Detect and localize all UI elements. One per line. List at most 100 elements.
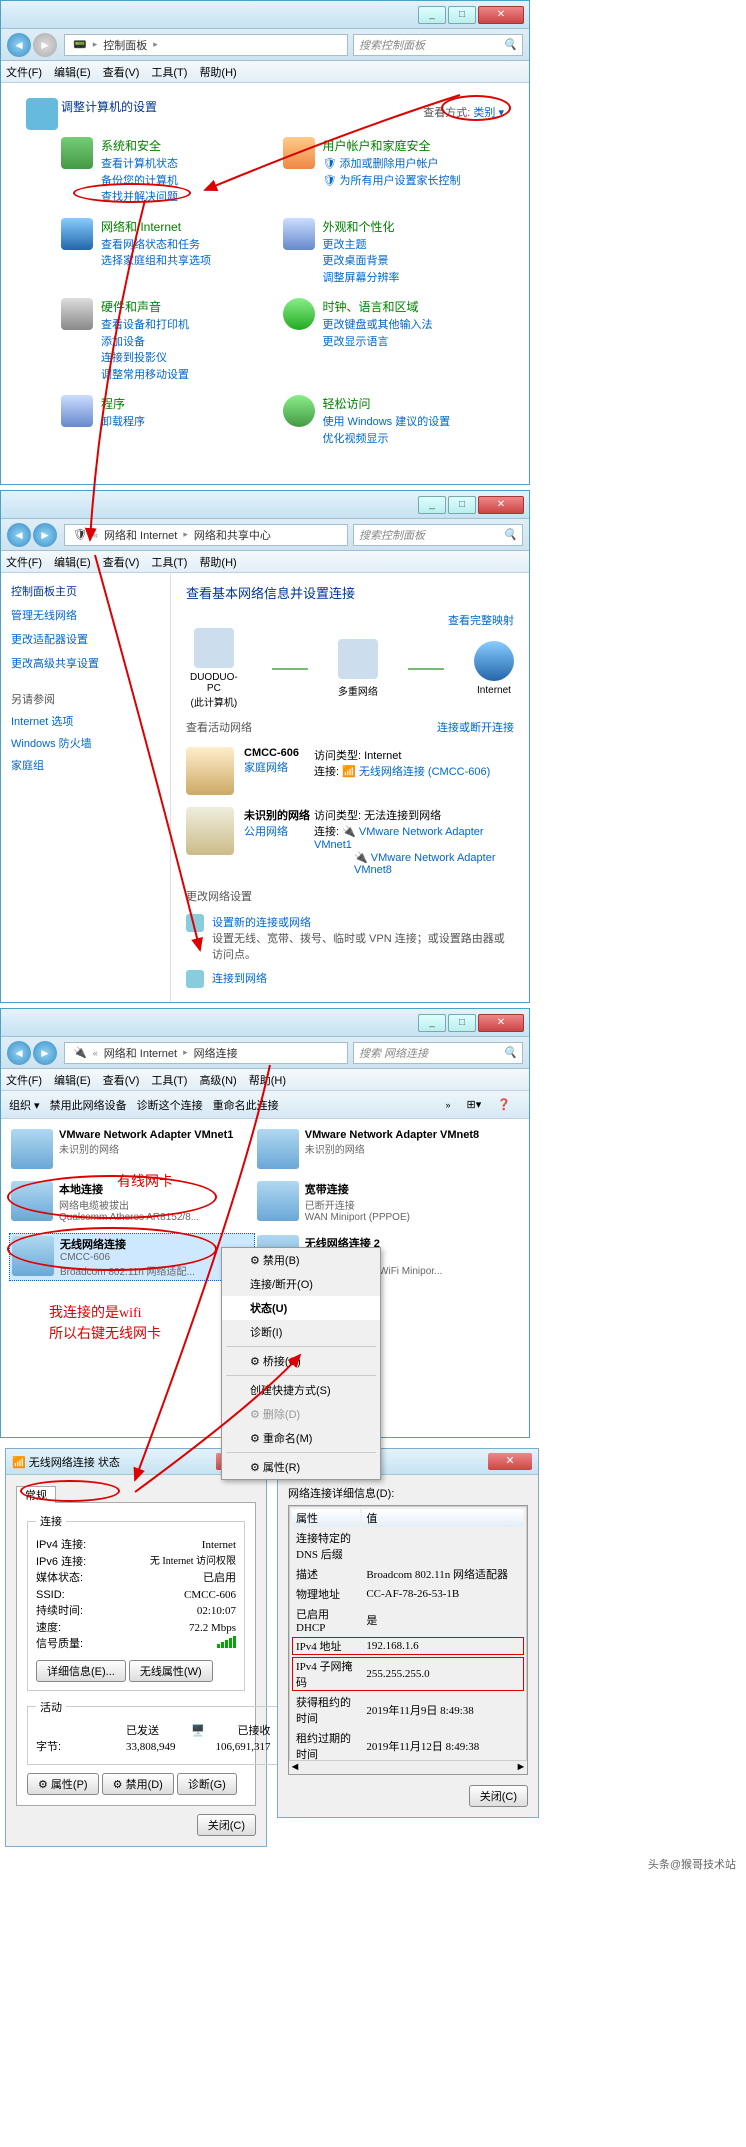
close-button[interactable]: 关闭(C) — [197, 1814, 256, 1836]
adapter-broadband[interactable]: 宽带连接已断开连接WAN Miniport (PPPOE) — [255, 1179, 501, 1225]
active-net-label: 查看活动网络 — [186, 719, 252, 735]
tb-organize[interactable]: 组织 ▾ — [9, 1097, 40, 1113]
search-input[interactable]: 搜索 网络连接🔍 — [353, 1042, 523, 1064]
search-input[interactable]: 搜索控制面板🔍 — [353, 34, 523, 56]
back-button[interactable]: ◄ — [7, 523, 31, 547]
ctx-disable[interactable]: ⚙ 禁用(B) — [222, 1248, 380, 1272]
appearance-icon — [283, 218, 315, 250]
signal-bars-icon — [217, 1636, 236, 1648]
ctx-bridge[interactable]: ⚙ 桥接(G) — [222, 1349, 380, 1373]
cat-hardware[interactable]: 硬件和声音查看设备和打印机添加设备连接到投影仪调整常用移动设置 — [61, 298, 283, 383]
printer-icon — [61, 298, 93, 330]
details-button[interactable]: 详细信息(E)... — [36, 1660, 126, 1682]
view-by[interactable]: 查看方式: 类别 ▾ — [423, 104, 504, 120]
adapter-vmnet1[interactable]: VMware Network Adapter VMnet1未识别的网络 — [9, 1127, 255, 1171]
sidebar-advanced[interactable]: 更改高级共享设置 — [11, 655, 160, 671]
menu-file[interactable]: 文件(F) — [6, 64, 42, 80]
menu-file[interactable]: 文件(F) — [6, 1072, 42, 1088]
properties-button[interactable]: ⚙ 属性(P) — [27, 1773, 99, 1795]
cat-programs[interactable]: 程序卸载程序 — [61, 395, 283, 447]
search-input[interactable]: 搜索控制面板🔍 — [353, 524, 523, 546]
ctx-connect[interactable]: 连接/断开(O) — [222, 1272, 380, 1296]
menu-help[interactable]: 帮助(H) — [199, 64, 236, 80]
breadcrumb[interactable]: 📟▸控制面板▸ — [64, 34, 348, 56]
ctx-status[interactable]: 状态(U) — [222, 1296, 380, 1320]
page-title: 查看基本网络信息并设置连接 — [186, 583, 514, 602]
cat-users[interactable]: 用户帐户和家庭安全🛡 添加或删除用户帐户🛡 为所有用户设置家长控制 — [283, 137, 505, 206]
task-connect[interactable]: 连接到网络 — [186, 966, 514, 992]
tb-disable[interactable]: 禁用此网络设备 — [50, 1097, 127, 1113]
ctx-shortcut[interactable]: 创建快捷方式(S) — [222, 1378, 380, 1402]
globe-icon — [61, 218, 93, 250]
link-firewall[interactable]: Windows 防火墙 — [11, 735, 160, 751]
link-homegroup[interactable]: 家庭组 — [11, 757, 160, 773]
maximize-button[interactable]: □ — [448, 1014, 476, 1032]
minimize-button[interactable]: _ — [418, 1014, 446, 1032]
maximize-button[interactable]: □ — [448, 496, 476, 514]
details-table: 属性值 连接特定的 DNS 后缀描述Broadcom 802.11n 网络适配器… — [289, 1506, 527, 1775]
bench-icon — [186, 807, 234, 855]
network-details-dialog: 网络连接详细信息✕ 网络连接详细信息(D): 属性值 连接特定的 DNS 后缀描… — [277, 1448, 539, 1818]
menu-file[interactable]: 文件(F) — [6, 554, 42, 570]
close-button[interactable]: ✕ — [478, 496, 524, 514]
close-button[interactable]: ✕ — [478, 6, 524, 24]
full-map-link[interactable]: 查看完整映射 — [448, 615, 514, 627]
tb-rename[interactable]: 重命名此连接 — [213, 1097, 279, 1113]
sidebar-wlan[interactable]: 管理无线网络 — [11, 607, 160, 623]
menu-view[interactable]: 查看(V) — [103, 64, 140, 80]
menu-edit[interactable]: 编辑(E) — [54, 1072, 91, 1088]
wlan-properties-button[interactable]: 无线属性(W) — [129, 1660, 213, 1682]
menu-tools[interactable]: 工具(T) — [151, 1072, 187, 1088]
back-button[interactable]: ◄ — [7, 1041, 31, 1065]
disable-button[interactable]: ⚙ 禁用(D) — [102, 1773, 174, 1795]
menu-tools[interactable]: 工具(T) — [151, 64, 187, 80]
diagnose-button[interactable]: 诊断(G) — [177, 1773, 237, 1795]
close-button[interactable]: ✕ — [488, 1453, 532, 1470]
house-icon — [186, 747, 234, 795]
adapter-wireless[interactable]: 无线网络连接CMCC-606Broadcom 802.11n 网络适配... — [9, 1233, 255, 1281]
minimize-button[interactable]: _ — [418, 6, 446, 24]
sidebar-adapter[interactable]: 更改适配器设置 — [11, 631, 160, 647]
sidebar-home[interactable]: 控制面板主页 — [11, 583, 160, 599]
minimize-button[interactable]: _ — [418, 496, 446, 514]
network-icon — [338, 639, 378, 679]
ctx-rename[interactable]: ⚙ 重命名(M) — [222, 1426, 380, 1450]
dialog-title: 无线网络连接 状态 — [29, 1457, 120, 1469]
tb-diagnose[interactable]: 诊断这个连接 — [137, 1097, 203, 1113]
users-icon — [283, 137, 315, 169]
breadcrumb[interactable]: 🛡«网络和 Internet▸网络和共享中心 — [64, 524, 348, 546]
cat-clock[interactable]: 时钟、语言和区域更改键盘或其他输入法更改显示语言 — [283, 298, 505, 383]
forward-button[interactable]: ► — [33, 1041, 57, 1065]
menu-edit[interactable]: 编辑(E) — [54, 554, 91, 570]
tab-general[interactable]: 常规 — [16, 1486, 56, 1503]
see-also-label: 另请参阅 — [11, 694, 55, 706]
forward-button[interactable]: ► — [33, 33, 57, 57]
menu-view[interactable]: 查看(V) — [103, 1072, 140, 1088]
ctx-properties[interactable]: ⚙ 属性(R) — [222, 1455, 380, 1479]
control-panel-window: _ □ ✕ ◄ ► 📟▸控制面板▸ 搜索控制面板🔍 文件(F) 编辑(E) 查看… — [0, 0, 530, 485]
cat-network[interactable]: 网络和 Internet查看网络状态和任务选择家庭组和共享选项 — [61, 218, 283, 287]
menu-tools[interactable]: 工具(T) — [151, 554, 187, 570]
close-button[interactable]: ✕ — [478, 1014, 524, 1032]
back-button[interactable]: ◄ — [7, 33, 31, 57]
forward-button[interactable]: ► — [33, 523, 57, 547]
cat-system[interactable]: 系统和安全查看计算机状态备份您的计算机查找并解决问题 — [61, 137, 283, 206]
annotation-main: 我连接的是wifi所以右键无线网卡 — [49, 1303, 161, 1345]
watermark: 头条@猴哥技术站 — [0, 1852, 746, 1876]
menu-edit[interactable]: 编辑(E) — [54, 64, 91, 80]
cat-ease[interactable]: 轻松访问使用 Windows 建议的设置优化视频显示 — [283, 395, 505, 447]
connect-disconnect[interactable]: 连接或断开连接 — [437, 719, 514, 735]
sidebar: 控制面板主页 管理无线网络 更改适配器设置 更改高级共享设置 另请参阅 Inte… — [1, 573, 171, 1002]
maximize-button[interactable]: □ — [448, 6, 476, 24]
adapter-vmnet8[interactable]: VMware Network Adapter VMnet8未识别的网络 — [255, 1127, 501, 1171]
close-button[interactable]: 关闭(C) — [469, 1785, 528, 1807]
breadcrumb[interactable]: 🔌«网络和 Internet▸网络连接 — [64, 1042, 348, 1064]
cat-appearance[interactable]: 外观和个性化更改主题更改桌面背景调整屏幕分辨率 — [283, 218, 505, 287]
link-internet-options[interactable]: Internet 选项 — [11, 713, 160, 729]
menu-help[interactable]: 帮助(H) — [249, 1072, 286, 1088]
menu-help[interactable]: 帮助(H) — [199, 554, 236, 570]
control-panel-icon — [26, 98, 58, 130]
menu-view[interactable]: 查看(V) — [103, 554, 140, 570]
task-new-connection[interactable]: 设置新的连接或网络设置无线、宽带、拨号、临时或 VPN 连接；或设置路由器或访问… — [186, 910, 514, 966]
ctx-diagnose[interactable]: 诊断(I) — [222, 1320, 380, 1344]
